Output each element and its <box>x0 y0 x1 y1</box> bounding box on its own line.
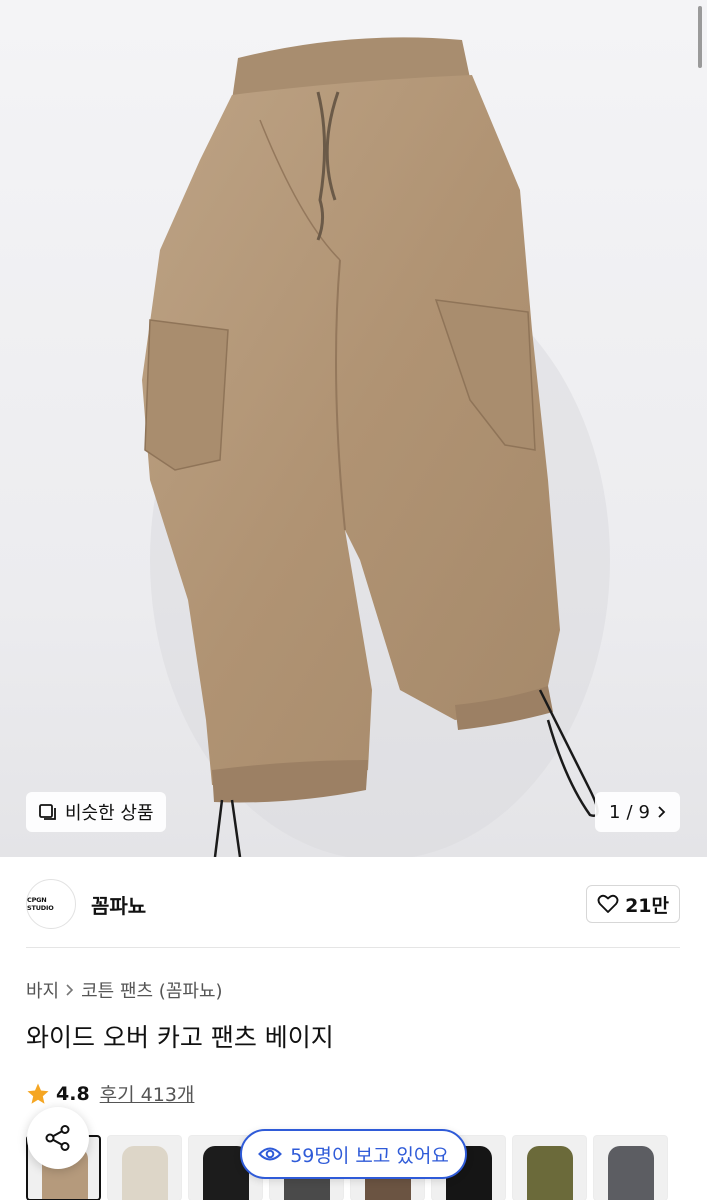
color-thumbnail[interactable] <box>512 1135 587 1200</box>
pager-current: 1 <box>609 801 621 823</box>
chevron-right-icon <box>658 806 666 818</box>
seller-name[interactable]: 꼼파뇨 <box>91 890 146 919</box>
similar-products-label: 비슷한 상품 <box>65 803 154 824</box>
product-title: 와이드 오버 카고 팬츠 베이지 <box>26 1023 334 1052</box>
share-button[interactable] <box>27 1107 89 1169</box>
similar-items-icon <box>39 804 56 820</box>
breadcrumb-category[interactable]: 바지 <box>26 977 59 1003</box>
review-count-link[interactable]: 후기 413개 <box>100 1080 195 1107</box>
chevron-right-icon <box>66 984 74 996</box>
breadcrumb-subcategory[interactable]: 코튼 팬츠 (꼼파뇨) <box>81 977 222 1003</box>
seller-row[interactable]: CPGN STUDIO 꼼파뇨 21만 <box>26 876 680 932</box>
like-button[interactable]: 21만 <box>586 885 680 923</box>
page-scrollbar[interactable] <box>698 6 702 68</box>
thumbnail-product-image <box>527 1146 573 1200</box>
seller-logo-text: CPGN STUDIO <box>27 896 54 912</box>
breadcrumb: 바지 코튼 팬츠 (꼼파뇨) <box>26 977 223 1003</box>
similar-products-button[interactable]: 비슷한 상품 <box>26 792 166 832</box>
like-count: 21만 <box>625 894 669 917</box>
product-photo <box>142 37 610 857</box>
rating-row[interactable]: 4.8 후기 413개 <box>26 1080 194 1107</box>
seller-logo[interactable]: CPGN STUDIO <box>26 879 76 929</box>
divider <box>26 947 680 948</box>
heart-icon <box>597 894 619 913</box>
share-icon <box>45 1125 70 1151</box>
eye-icon <box>258 1147 283 1161</box>
color-thumbnail[interactable] <box>593 1135 668 1200</box>
color-thumbnail[interactable] <box>107 1135 182 1200</box>
rating-score: 4.8 <box>56 1082 90 1105</box>
thumbnail-product-image <box>122 1146 168 1200</box>
pager-total: 9 <box>638 801 650 823</box>
thumbnail-product-image <box>608 1146 654 1200</box>
image-pager[interactable]: 1 / 9 <box>595 792 680 832</box>
pager-separator: / <box>626 801 633 823</box>
live-viewers-badge: 59명이 보고 있어요 <box>240 1129 467 1179</box>
live-viewers-text: 59명이 보고 있어요 <box>290 1144 449 1167</box>
star-icon <box>27 1083 49 1104</box>
product-image-carousel[interactable]: 비슷한 상품 1 / 9 <box>0 0 707 857</box>
